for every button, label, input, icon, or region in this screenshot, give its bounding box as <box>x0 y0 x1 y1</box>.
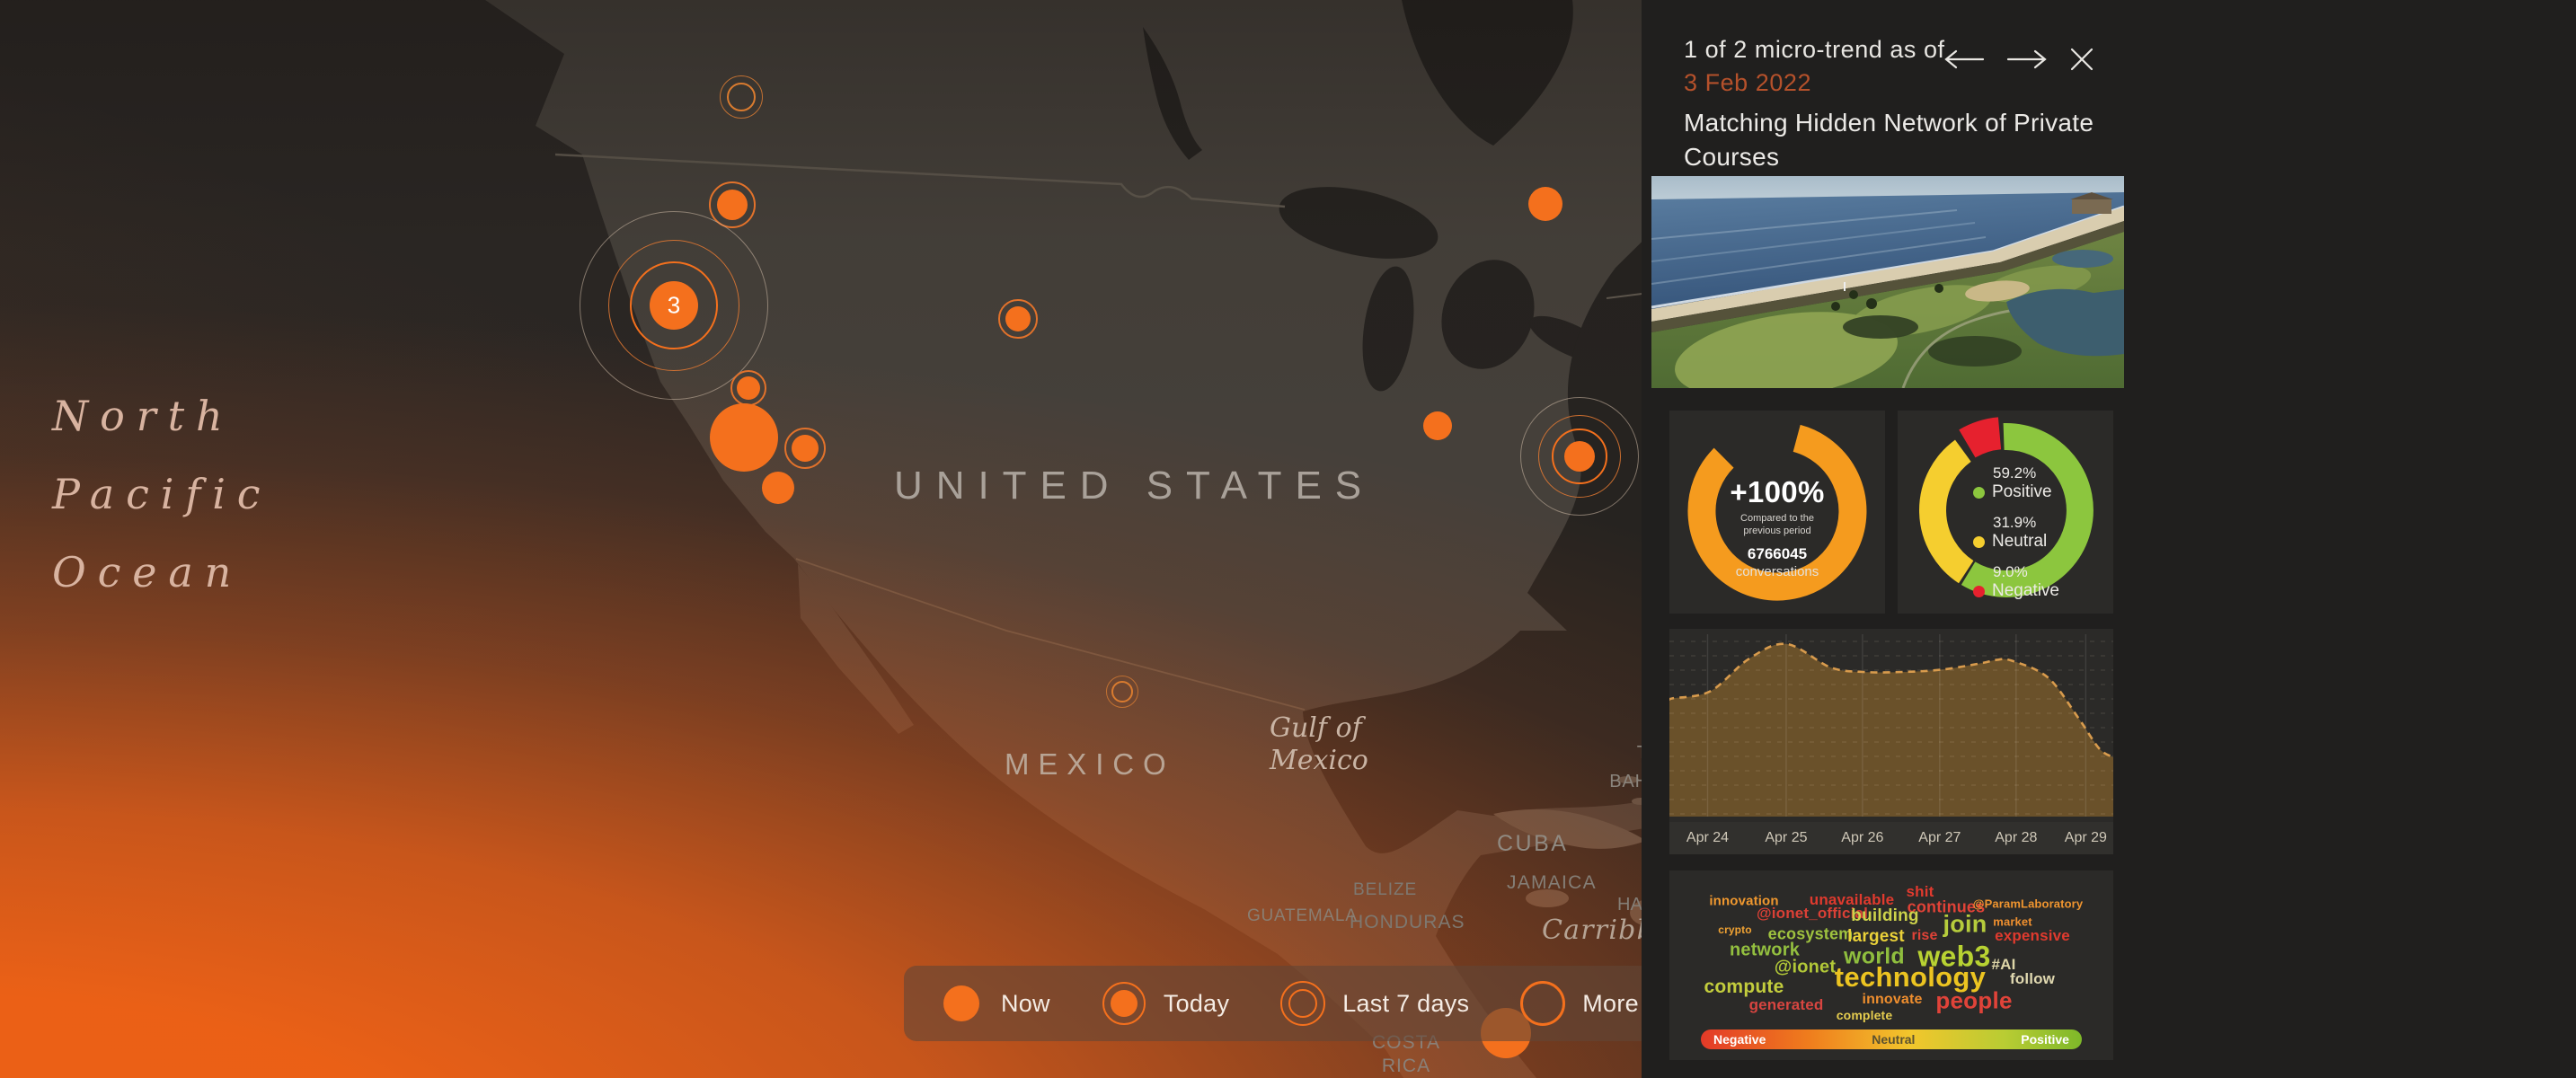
previous-trend-button[interactable] <box>1943 49 1985 70</box>
micro-trend-panel: 1 of 2 micro-trend as of 3 Feb 2022 Matc… <box>1642 0 2576 1078</box>
timeseries-x-axis: Apr 24 Apr 25 Apr 26 Apr 27 Apr 28 Apr 29 <box>1669 822 2113 854</box>
next-trend-button[interactable] <box>2006 49 2048 70</box>
timeseries-card: Apr 24 Apr 25 Apr 26 Apr 27 Apr 28 Apr 29 <box>1667 629 2114 854</box>
marker-count: 3 <box>667 291 681 319</box>
trend-navigation <box>1943 47 2094 72</box>
trend-date: 3 Feb 2022 <box>1684 69 1812 96</box>
sentiment-legend-row-negative: 9.0% Negative <box>1973 563 2059 601</box>
scale-neutral-label: Neutral <box>1872 1032 1916 1047</box>
arrow-right-icon <box>2006 49 2047 69</box>
sentiment-dot-icon <box>1973 486 1985 499</box>
legend-today-icon <box>1099 978 1149 1029</box>
cloud-word[interactable]: innovate <box>1862 992 1922 1008</box>
trend-photo-golf-course <box>1651 176 2124 388</box>
cloud-word[interactable]: complete <box>1837 1008 1893 1022</box>
sentiment-scale-bar: Negative Neutral Positive <box>1701 1029 2082 1049</box>
sentiment-label: Neutral <box>1973 532 2059 552</box>
wordcloud-card: innovation unavailable shit continues @Param… <box>1669 870 2113 1060</box>
x-tick-label: Apr 24 <box>1686 830 1730 845</box>
sentiment-dot-icon <box>1973 585 1985 597</box>
cloud-word[interactable]: generated <box>1749 996 1824 1014</box>
cloud-word[interactable]: people <box>1935 987 2012 1015</box>
sentiment-label: Negative <box>1973 581 2059 601</box>
x-tick-label: Apr 29 <box>2064 830 2107 845</box>
legend-item-label: Now <box>1001 989 1050 1017</box>
legend-now-icon <box>936 978 987 1029</box>
cloud-word[interactable]: @ParamLaboratory <box>1973 897 2083 911</box>
sentiment-label-text: Neutral <box>1992 532 2048 551</box>
cloud-word[interactable]: @ionet <box>1775 958 1836 978</box>
sentiment-pct: 59.2% <box>1993 464 2037 482</box>
sentiment-legend-row-neutral: 31.9% Neutral <box>1973 514 2059 552</box>
x-tick-label: Apr 26 <box>1841 830 1884 845</box>
volume-donut-center: +100% Compared to the previous period 67… <box>1669 411 1885 579</box>
sentiment-legend: 59.2% Positive 31.9% Neutral 9.0% Negative <box>1973 464 2059 613</box>
sentiment-pct: 31.9% <box>1993 514 2037 531</box>
close-panel-button[interactable] <box>2069 47 2094 72</box>
volume-donut-card: +100% Compared to the previous period 67… <box>1669 411 1885 614</box>
cloud-word[interactable]: join <box>1943 911 1987 939</box>
app-window: North Pacific Ocean UNITED STATES MEXICO… <box>0 0 2576 1078</box>
sentiment-pct: 9.0% <box>1993 563 2028 580</box>
x-tick-label: Apr 28 <box>1995 830 2038 845</box>
conversation-count: 6766045 <box>1747 545 1808 562</box>
legend-item-last7: Last 7 days <box>1278 978 1469 1029</box>
cloud-word[interactable]: compute <box>1704 976 1784 998</box>
trend-counter: 1 of 2 micro-trend as of <box>1684 36 1945 63</box>
volume-change: +100% <box>1730 475 1825 508</box>
sentiment-dot-icon <box>1973 535 1985 548</box>
cloud-word[interactable]: expensive <box>1995 927 2070 945</box>
scale-negative-label: Negative <box>1713 1032 1766 1047</box>
legend-item-now: Now <box>936 978 1050 1029</box>
sentiment-donut-card: 59.2% Positive 31.9% Neutral 9.0% Negative <box>1898 411 2113 614</box>
sentiment-legend-row-positive: 59.2% Positive <box>1973 464 2059 502</box>
conversation-unit: conversations <box>1735 564 1819 579</box>
sentiment-label: Positive <box>1973 482 2059 502</box>
arrow-left-icon <box>1944 49 1985 69</box>
legend-item-label: Last 7 days <box>1342 989 1470 1017</box>
volume-compare-note: Compared to the previous period <box>1740 513 1814 536</box>
panel-header: 1 of 2 micro-trend as of 3 Feb 2022 <box>1684 36 1945 97</box>
legend-last7-icon <box>1278 978 1328 1029</box>
cloud-word[interactable]: crypto <box>1718 923 1751 936</box>
x-tick-label: Apr 27 <box>1918 830 1961 845</box>
sentiment-label-text: Negative <box>1992 581 2059 600</box>
timeseries-area-chart <box>1667 634 2114 817</box>
x-tick-label: Apr 25 <box>1765 830 1808 845</box>
cloud-word[interactable]: follow <box>2010 970 2055 988</box>
sentiment-label-text: Positive <box>1992 482 2052 501</box>
scale-positive-label: Positive <box>2021 1032 2069 1047</box>
legend-older-icon <box>1518 978 1568 1029</box>
trend-title: Matching Hidden Network of Private Cours… <box>1684 109 2094 171</box>
close-icon <box>2070 48 2094 71</box>
time-legend: NowTodayLast 7 daysMore than 7 days ago <box>904 966 1671 1041</box>
legend-item-label: Today <box>1163 989 1230 1017</box>
cloud-word[interactable]: building <box>1851 906 1918 926</box>
legend-item-today: Today <box>1099 978 1229 1029</box>
